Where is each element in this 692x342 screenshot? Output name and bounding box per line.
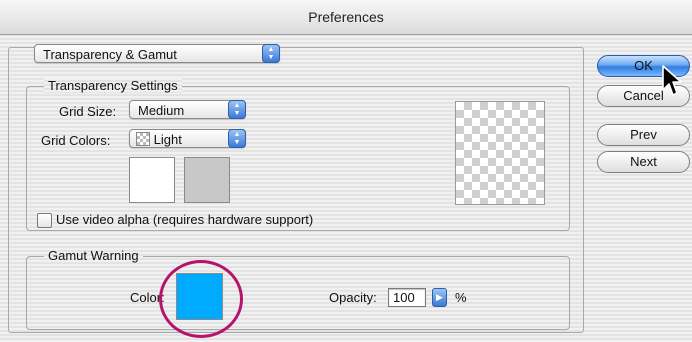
section-popup-value: Transparency & Gamut xyxy=(43,47,177,62)
opacity-stepper-arrow-icon[interactable]: ▶ xyxy=(432,288,447,307)
grid-color-swatch-2[interactable] xyxy=(184,157,230,203)
video-alpha-checkbox[interactable] xyxy=(37,213,52,228)
popup-arrows-icon: ▲ ▼ xyxy=(262,44,280,63)
prev-button[interactable]: Prev xyxy=(597,124,690,146)
grid-size-label: Grid Size: xyxy=(59,104,117,119)
opacity-label: Opacity: xyxy=(329,290,377,305)
window-title: Preferences xyxy=(308,9,384,25)
opacity-field[interactable]: 100 xyxy=(388,288,426,307)
gamut-warning-legend: Gamut Warning xyxy=(44,248,143,263)
grid-colors-popup[interactable]: Light ▲ ▼ xyxy=(129,129,246,148)
next-button[interactable]: Next xyxy=(597,151,690,173)
section-popup[interactable]: Transparency & Gamut ▲ ▼ xyxy=(34,44,280,63)
mouse-pointer-icon xyxy=(662,65,682,96)
grid-colors-value: Light xyxy=(153,132,182,147)
opacity-unit: % xyxy=(455,290,467,305)
video-alpha-label: Use video alpha (requires hardware suppo… xyxy=(56,212,314,227)
popup-arrows-icon: ▲ ▼ xyxy=(228,100,246,119)
transparency-settings-legend: Transparency Settings xyxy=(44,78,182,93)
grid-size-value: Medium xyxy=(138,103,185,118)
highlight-circle xyxy=(159,260,243,338)
popup-arrows-icon: ▲ ▼ xyxy=(228,129,246,148)
window-title-bar: Preferences xyxy=(0,0,692,35)
transparency-preview xyxy=(455,101,545,205)
grid-size-popup[interactable]: Medium ▲ ▼ xyxy=(129,100,246,119)
gamut-warning-group xyxy=(26,256,570,330)
grid-color-swatch-1[interactable] xyxy=(129,157,175,203)
grid-colors-checker-icon xyxy=(136,132,150,146)
grid-colors-label: Grid Colors: xyxy=(41,133,111,148)
